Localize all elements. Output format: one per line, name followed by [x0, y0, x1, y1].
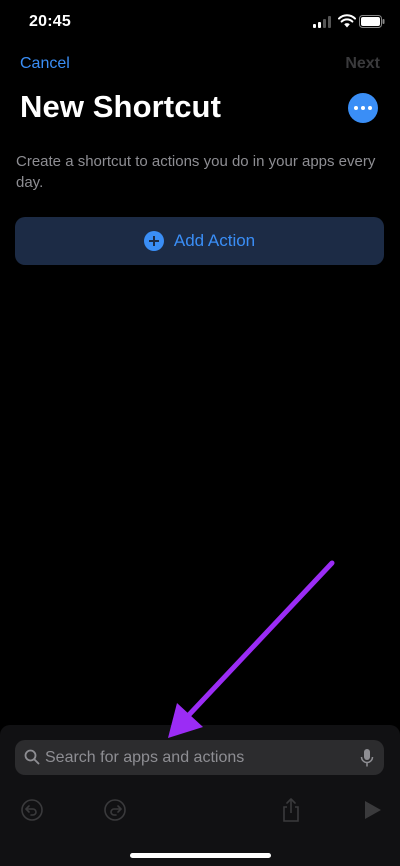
add-action-label: Add Action	[173, 231, 256, 250]
search-icon	[24, 749, 40, 765]
home-indicator	[130, 853, 271, 858]
search-bar[interactable]	[15, 740, 384, 775]
cancel-button[interactable]: Cancel	[20, 55, 70, 73]
status-time: 20:45	[29, 13, 71, 30]
plus-icon	[143, 231, 164, 251]
add-action-button[interactable]: Add Action	[15, 217, 384, 265]
play-icon[interactable]	[359, 797, 385, 823]
wifi-icon	[338, 14, 356, 28]
undo-icon[interactable]	[19, 797, 45, 823]
next-button[interactable]: Next	[345, 55, 380, 73]
description-text: Create a shortcut to actions you do in y…	[16, 153, 376, 191]
status-bar: 20:45	[0, 0, 400, 46]
bottom-panel	[0, 725, 400, 866]
signal-icon	[313, 16, 331, 28]
more-icon[interactable]	[348, 93, 378, 123]
redo-icon[interactable]	[102, 797, 128, 823]
page-title: New Shortcut	[20, 89, 221, 124]
battery-icon	[359, 15, 385, 28]
toolbar	[0, 791, 400, 831]
share-icon[interactable]	[278, 797, 304, 823]
microphone-icon[interactable]	[360, 748, 374, 768]
search-input[interactable]	[44, 740, 345, 775]
